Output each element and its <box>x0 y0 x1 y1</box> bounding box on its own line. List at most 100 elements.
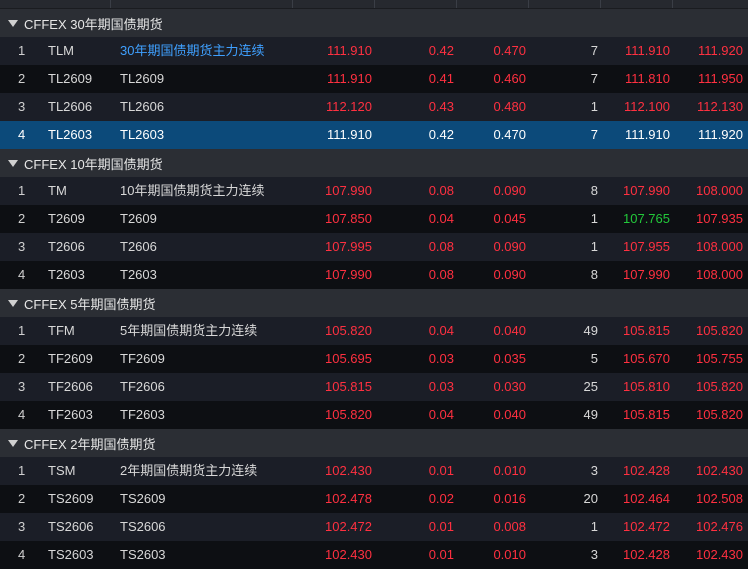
table-row[interactable]: 4 TF2603 TF2603 105.820 0.04 0.040 49 10… <box>0 401 748 429</box>
volume: 20 <box>583 491 598 506</box>
ask-price: 102.430 <box>696 463 743 478</box>
group-title: CFFEX 30年期国债期货 <box>24 16 163 32</box>
group-title: CFFEX 5年期国债期货 <box>24 296 156 312</box>
last-price: 107.990 <box>325 267 372 282</box>
column-divider[interactable] <box>374 0 375 8</box>
row-index: 3 <box>18 99 26 114</box>
last-price: 105.820 <box>325 407 372 422</box>
price-change: 0.08 <box>428 183 454 198</box>
row-index: 1 <box>18 43 26 58</box>
table-row[interactable]: 1 TSM 2年期国债期货主力连续 102.430 0.01 0.010 3 1… <box>0 457 748 485</box>
table-row-selected[interactable]: 4 TL2603 TL2603 111.910 0.42 0.470 7 111… <box>0 121 748 149</box>
table-row[interactable]: 2 T2609 T2609 107.850 0.04 0.045 1 107.7… <box>0 205 748 233</box>
table-row[interactable]: 1 TM 10年期国债期货主力连续 107.990 0.08 0.090 8 1… <box>0 177 748 205</box>
table-row[interactable]: 3 TF2606 TF2606 105.815 0.03 0.030 25 10… <box>0 373 748 401</box>
row-index: 1 <box>18 463 26 478</box>
volume: 7 <box>590 43 598 58</box>
contract-name: 2年期国债期货主力连续 <box>120 463 258 478</box>
contract-name: 10年期国债期货主力连续 <box>120 183 265 198</box>
volume: 3 <box>590 547 598 562</box>
collapse-triangle-icon[interactable] <box>8 160 18 167</box>
group-cffex-2y: CFFEX 2年期国债期货 1 TSM 2年期国债期货主力连续 102.430 … <box>0 429 748 569</box>
volume: 1 <box>590 239 598 254</box>
contract-code: TL2603 <box>48 127 93 142</box>
group-header[interactable]: CFFEX 30年期国债期货 <box>0 9 748 37</box>
price-change: 0.08 <box>428 267 454 282</box>
change-percent: 0.040 <box>493 407 526 422</box>
change-percent: 0.460 <box>493 71 526 86</box>
last-price: 105.815 <box>325 379 372 394</box>
column-divider[interactable] <box>110 0 111 8</box>
bid-price: 107.990 <box>623 267 670 282</box>
ask-price: 102.430 <box>696 547 743 562</box>
change-percent: 0.470 <box>493 43 526 58</box>
bid-price: 112.100 <box>623 99 670 114</box>
contract-code: T2609 <box>48 211 85 226</box>
volume: 7 <box>590 71 598 86</box>
group-header[interactable]: CFFEX 2年期国债期货 <box>0 429 748 457</box>
price-change: 0.08 <box>428 239 454 254</box>
table-row[interactable]: 3 T2606 T2606 107.995 0.08 0.090 1 107.9… <box>0 233 748 261</box>
last-price: 111.910 <box>326 71 372 86</box>
bid-price: 107.955 <box>623 239 670 254</box>
column-divider[interactable] <box>672 0 673 8</box>
price-change: 0.01 <box>428 519 454 534</box>
last-price: 107.990 <box>325 183 372 198</box>
volume: 3 <box>590 463 598 478</box>
volume: 8 <box>590 183 598 198</box>
price-change: 0.42 <box>428 43 454 58</box>
column-divider[interactable] <box>292 0 293 8</box>
column-divider[interactable] <box>600 0 601 8</box>
volume: 49 <box>583 323 598 338</box>
table-row[interactable]: 3 TS2606 TS2606 102.472 0.01 0.008 1 102… <box>0 513 748 541</box>
bid-price: 102.464 <box>623 491 670 506</box>
contract-code: TF2609 <box>48 351 93 366</box>
row-index: 2 <box>18 211 26 226</box>
column-divider[interactable] <box>456 0 457 8</box>
table-row[interactable]: 1 TLM 30年期国债期货主力连续 111.910 0.42 0.470 7 … <box>0 37 748 65</box>
ask-price: 105.820 <box>696 323 743 338</box>
collapse-triangle-icon[interactable] <box>8 300 18 307</box>
price-change: 0.01 <box>428 547 454 562</box>
contract-name: TS2609 <box>120 491 166 506</box>
group-header[interactable]: CFFEX 10年期国债期货 <box>0 149 748 177</box>
bid-price: 107.765 <box>623 211 670 226</box>
group-header[interactable]: CFFEX 5年期国债期货 <box>0 289 748 317</box>
ask-price: 111.920 <box>697 43 743 58</box>
change-percent: 0.010 <box>493 547 526 562</box>
collapse-triangle-icon[interactable] <box>8 20 18 27</box>
table-row[interactable]: 1 TFM 5年期国债期货主力连续 105.820 0.04 0.040 49 … <box>0 317 748 345</box>
volume: 1 <box>590 519 598 534</box>
table-row[interactable]: 4 TS2603 TS2603 102.430 0.01 0.010 3 102… <box>0 541 748 569</box>
table-row[interactable]: 2 TF2609 TF2609 105.695 0.03 0.035 5 105… <box>0 345 748 373</box>
change-percent: 0.030 <box>493 379 526 394</box>
contract-code: TF2603 <box>48 407 93 422</box>
contract-name-link[interactable]: 30年期国债期货主力连续 <box>120 37 310 65</box>
row-index: 4 <box>18 547 26 562</box>
table-row[interactable]: 2 TL2609 TL2609 111.910 0.41 0.460 7 111… <box>0 65 748 93</box>
price-change: 0.03 <box>428 351 454 366</box>
table-row[interactable]: 2 TS2609 TS2609 102.478 0.02 0.016 20 10… <box>0 485 748 513</box>
change-percent: 0.470 <box>493 127 526 142</box>
ask-price: 112.130 <box>696 99 743 114</box>
column-divider[interactable] <box>528 0 529 8</box>
last-price: 107.850 <box>325 211 372 226</box>
change-percent: 0.016 <box>493 491 526 506</box>
table-row[interactable]: 4 T2603 T2603 107.990 0.08 0.090 8 107.9… <box>0 261 748 289</box>
last-price: 112.120 <box>325 99 372 114</box>
row-index: 1 <box>18 183 26 198</box>
collapse-triangle-icon[interactable] <box>8 440 18 447</box>
row-index: 4 <box>18 267 26 282</box>
last-price: 102.430 <box>325 463 372 478</box>
bid-price: 107.990 <box>623 183 670 198</box>
table-row[interactable]: 3 TL2606 TL2606 112.120 0.43 0.480 1 112… <box>0 93 748 121</box>
volume: 25 <box>583 379 598 394</box>
last-price: 111.910 <box>326 43 372 58</box>
bid-price: 102.428 <box>623 463 670 478</box>
contract-code: TFM <box>48 323 75 338</box>
bid-price: 105.815 <box>623 407 670 422</box>
last-price: 105.695 <box>325 351 372 366</box>
bid-price: 102.428 <box>623 547 670 562</box>
price-change: 0.43 <box>428 99 454 114</box>
price-change: 0.02 <box>428 491 454 506</box>
